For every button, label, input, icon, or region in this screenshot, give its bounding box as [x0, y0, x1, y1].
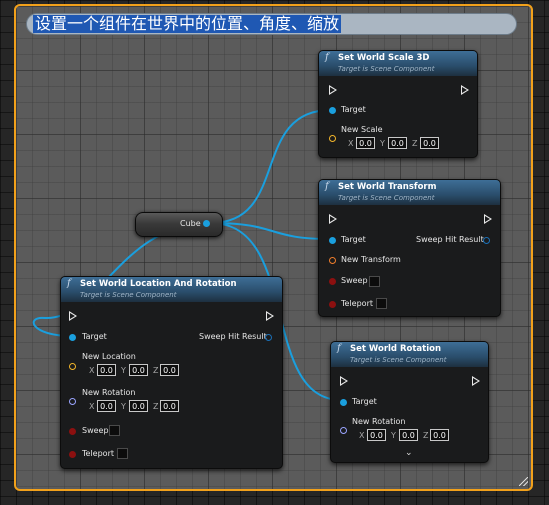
location-y-input[interactable]: 0.0	[129, 364, 148, 376]
target-pin[interactable]	[340, 399, 347, 406]
new-scale-label: New Scale	[341, 125, 383, 134]
teleport-pin[interactable]	[329, 301, 336, 308]
sweep-checkbox[interactable]	[109, 425, 120, 436]
cube-output-pin[interactable]	[203, 220, 210, 227]
scale-node-subtitle: Target is Scene Component	[338, 65, 435, 73]
new-rotation-pin[interactable]	[340, 427, 347, 434]
x-axis-label: X	[89, 366, 95, 375]
y-axis-label: Y	[121, 402, 126, 411]
exec-in-pin[interactable]	[340, 376, 348, 386]
transform-node-title: Set World Transform	[338, 182, 437, 192]
sweep-label: Sweep	[341, 276, 368, 285]
sweep-hit-result-label: Sweep Hit Result	[416, 235, 484, 244]
y-axis-label: Y	[380, 139, 385, 148]
scale-x-input[interactable]: 0.0	[356, 137, 375, 149]
y-axis-label: Y	[121, 366, 126, 375]
function-icon: f	[325, 52, 329, 63]
scale-node-title: Set World Scale 3D	[338, 53, 430, 63]
cube-variable-node[interactable]: Cube	[135, 212, 223, 237]
teleport-pin[interactable]	[69, 451, 76, 458]
x-axis-label: X	[359, 431, 365, 440]
target-label: Target	[341, 105, 366, 114]
z-axis-label: Z	[153, 402, 159, 411]
x-axis-label: X	[89, 402, 95, 411]
exec-out-pin[interactable]	[461, 85, 469, 95]
rotation-y-input[interactable]: 0.0	[129, 400, 148, 412]
location-z-input[interactable]: 0.0	[160, 364, 179, 376]
locrot-node-title: Set World Location And Rotation	[80, 279, 237, 289]
rotation-node-subtitle: Target is Scene Component	[350, 356, 447, 364]
target-pin[interactable]	[329, 237, 336, 244]
rotation-z-input[interactable]: 0.0	[160, 400, 179, 412]
transform-node-header[interactable]: f Set World Transform Target is Scene Co…	[319, 180, 500, 205]
z-axis-label: Z	[153, 366, 159, 375]
scale-z-input[interactable]: 0.0	[420, 137, 439, 149]
locrot-node-subtitle: Target is Scene Component	[80, 291, 177, 299]
exec-out-pin[interactable]	[266, 311, 274, 321]
exec-in-pin[interactable]	[329, 85, 337, 95]
scale-node-header[interactable]: f Set World Scale 3D Target is Scene Com…	[319, 51, 477, 76]
transform-node-subtitle: Target is Scene Component	[338, 194, 435, 202]
rotation-x-input[interactable]: 0.0	[97, 400, 116, 412]
sweep-pin[interactable]	[329, 278, 336, 285]
wire-cube-to-scale	[210, 109, 332, 224]
sweep-checkbox[interactable]	[369, 276, 380, 287]
rotation-x-input[interactable]: 0.0	[367, 429, 386, 441]
scale-y-input[interactable]: 0.0	[388, 137, 407, 149]
z-axis-label: Z	[412, 139, 418, 148]
target-label: Target	[82, 332, 107, 341]
target-label: Target	[352, 397, 377, 406]
exec-in-pin[interactable]	[69, 311, 77, 321]
teleport-checkbox[interactable]	[117, 448, 128, 459]
set-world-scale-node[interactable]: f Set World Scale 3D Target is Scene Com…	[318, 50, 478, 158]
new-rotation-label: New Rotation	[352, 417, 406, 426]
new-rotation-label: New Rotation	[82, 388, 136, 397]
y-axis-label: Y	[391, 431, 396, 440]
new-transform-label: New Transform	[341, 255, 401, 264]
rotation-z-input[interactable]: 0.0	[430, 429, 449, 441]
location-x-input[interactable]: 0.0	[97, 364, 116, 376]
sweep-hit-result-pin[interactable]	[483, 237, 490, 244]
teleport-label: Teleport	[82, 449, 114, 458]
teleport-checkbox[interactable]	[376, 298, 387, 309]
sweep-hit-result-pin[interactable]	[265, 334, 272, 341]
new-transform-pin[interactable]	[329, 257, 336, 264]
function-icon: f	[337, 343, 341, 354]
new-location-label: New Location	[82, 352, 136, 361]
function-icon: f	[325, 181, 329, 192]
exec-out-pin[interactable]	[484, 214, 492, 224]
new-rotation-pin[interactable]	[69, 398, 76, 405]
z-axis-label: Z	[423, 431, 429, 440]
sweep-label: Sweep	[82, 426, 109, 435]
rotation-y-input[interactable]: 0.0	[399, 429, 418, 441]
set-world-rotation-node[interactable]: f Set World Rotation Target is Scene Com…	[330, 341, 489, 463]
target-label: Target	[341, 235, 366, 244]
rotation-node-title: Set World Rotation	[350, 344, 442, 354]
chevron-down-icon[interactable]: ⌄	[405, 448, 413, 458]
teleport-label: Teleport	[341, 299, 373, 308]
target-pin[interactable]	[69, 334, 76, 341]
sweep-hit-result-label: Sweep Hit Result	[199, 332, 267, 341]
new-scale-pin[interactable]	[329, 135, 336, 142]
cube-label: Cube	[180, 219, 201, 228]
set-world-location-rotation-node[interactable]: f Set World Location And Rotation Target…	[60, 276, 283, 469]
exec-in-pin[interactable]	[329, 214, 337, 224]
x-axis-label: X	[348, 139, 354, 148]
target-pin[interactable]	[329, 107, 336, 114]
function-icon: f	[67, 278, 71, 289]
new-location-pin[interactable]	[69, 363, 76, 370]
sweep-pin[interactable]	[69, 428, 76, 435]
locrot-node-header[interactable]: f Set World Location And Rotation Target…	[61, 277, 282, 302]
exec-out-pin[interactable]	[472, 376, 480, 386]
rotation-node-header[interactable]: f Set World Rotation Target is Scene Com…	[331, 342, 488, 367]
set-world-transform-node[interactable]: f Set World Transform Target is Scene Co…	[318, 179, 501, 317]
